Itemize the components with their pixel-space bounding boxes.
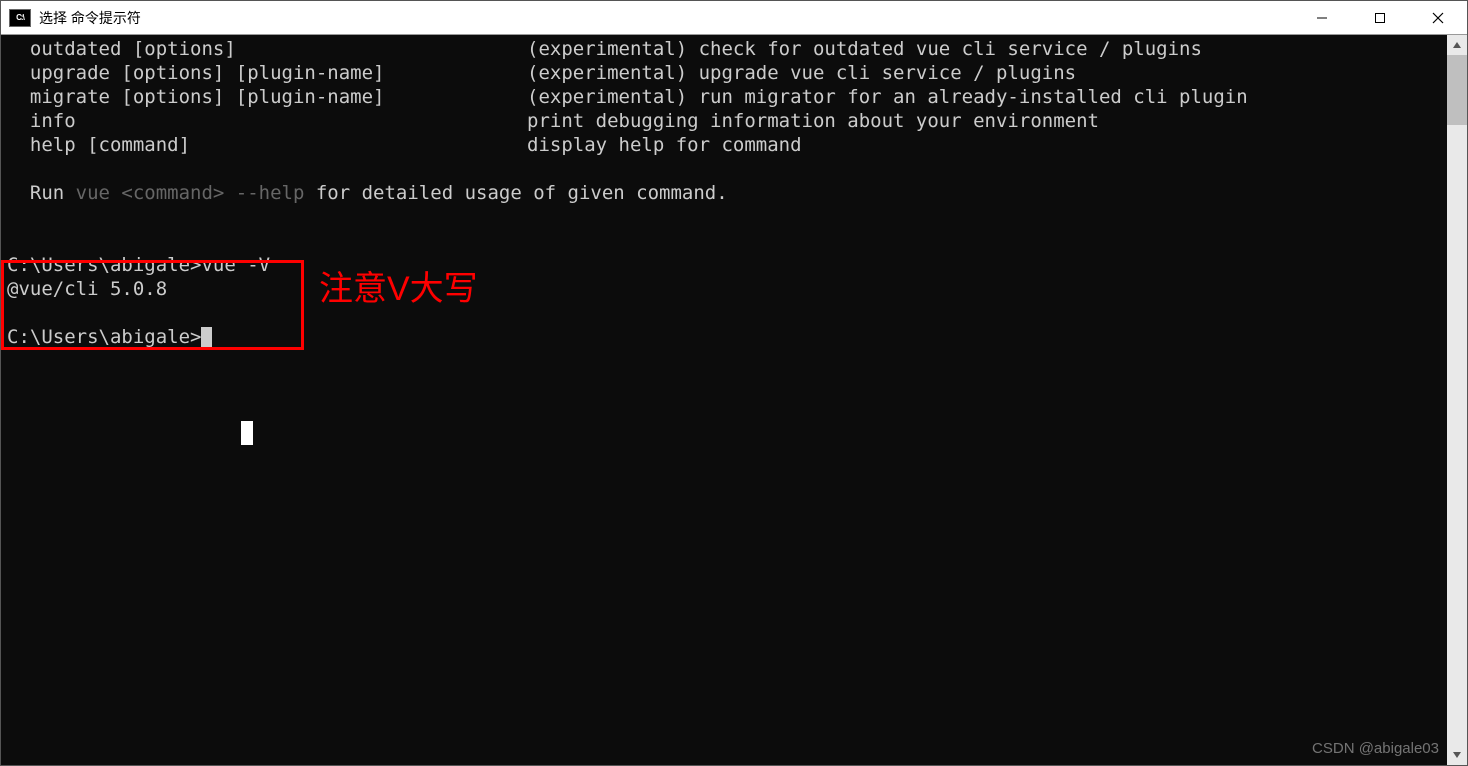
terminal-wrap: outdated [options](experimental) check f… [1,35,1467,765]
maximize-icon [1374,12,1386,24]
scrollbar-track[interactable] [1447,55,1467,745]
help-footer: Run vue <command> --help for detailed us… [7,182,728,204]
maximize-button[interactable] [1351,1,1409,34]
selection-cursor [241,421,253,445]
close-icon [1432,12,1444,24]
chevron-up-icon [1452,40,1462,50]
help-footer-link: vue <command> --help [76,182,305,204]
close-button[interactable] [1409,1,1467,34]
version-output: @vue/cli 5.0.8 [7,278,167,300]
vertical-scrollbar[interactable] [1447,35,1467,765]
help-line: outdated [options](experimental) check f… [7,38,1202,60]
minimize-icon [1316,12,1328,24]
scrollbar-thumb[interactable] [1447,55,1467,125]
text-cursor [201,327,212,349]
window-title: 选择 命令提示符 [39,8,1293,28]
cmd-app-icon: C:\ [9,9,31,27]
titlebar: C:\ 选择 命令提示符 [1,1,1467,35]
help-line: upgrade [options] [plugin-name](experime… [7,62,1076,84]
watermark: CSDN @abigale03 [1312,737,1439,761]
prompt-line-2: C:\Users\abigale> [7,326,201,348]
scroll-up-button[interactable] [1447,35,1467,55]
chevron-down-icon [1452,750,1462,760]
annotation-text: 注意V大写 [319,277,478,301]
help-line: help [command]display help for command [7,134,802,156]
scroll-down-button[interactable] [1447,745,1467,765]
terminal-output[interactable]: outdated [options](experimental) check f… [1,35,1447,765]
cmd-window: C:\ 选择 命令提示符 outdated [options](experime… [0,0,1468,766]
minimize-button[interactable] [1293,1,1351,34]
prompt-line-1: C:\Users\abigale>vue -V [7,254,270,276]
help-line: infoprint debugging information about yo… [7,110,1099,132]
help-line: migrate [options] [plugin-name](experime… [7,86,1248,108]
window-controls [1293,1,1467,34]
